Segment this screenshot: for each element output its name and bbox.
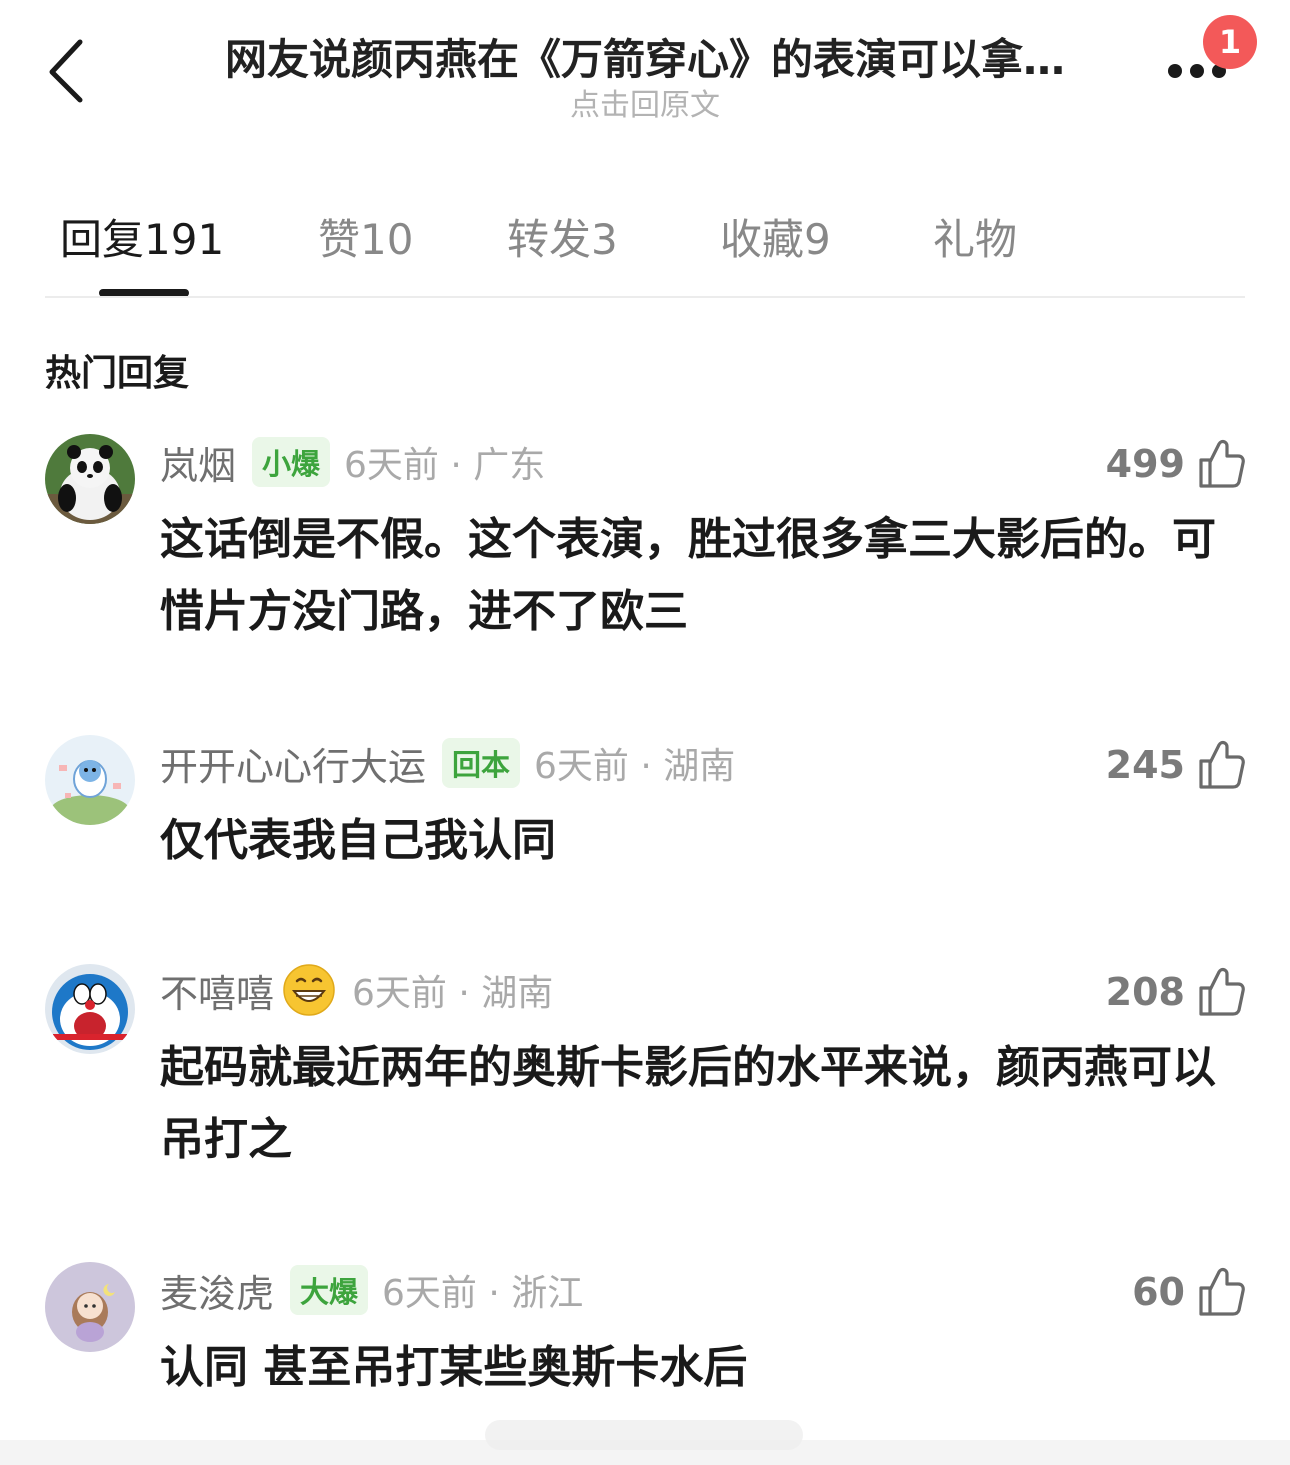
section-title: 热门回复 [45, 353, 190, 394]
back-button[interactable] [40, 36, 100, 106]
username[interactable]: 岚烟 [160, 435, 236, 490]
thumbs-up-icon [1199, 1267, 1245, 1316]
like-count: 60 [1132, 1270, 1185, 1314]
comment-item[interactable]: 不嘻嘻 6天前 · 湖南 208 起码就最近两年的奥斯卡影后的水平来说，颜丙燕可… [0, 960, 1290, 1180]
comment-item[interactable]: 岚烟 小爆 6天前 · 广东 499 这话倒是不假。这个表演，胜过很多拿三大影后… [0, 432, 1290, 662]
time-location: 6天前 · 广东 [344, 445, 546, 486]
watermark-pill [485, 1420, 803, 1450]
like-count: 499 [1105, 442, 1185, 486]
time-location: 6天前 · 浙江 [382, 1273, 584, 1314]
comment-item[interactable]: 麦浚虎 大爆 6天前 · 浙江 60 认同 甚至吊打某些奥斯卡水后 [0, 1260, 1290, 1410]
level-badge: 小爆 [252, 437, 331, 487]
anime-avatar-icon [45, 1262, 135, 1352]
like-button[interactable]: 208 [1106, 964, 1245, 1020]
divider [45, 296, 1245, 298]
tab-gifts[interactable]: 礼物 [933, 206, 1017, 267]
tab-favorites[interactable]: 收藏9 [720, 206, 831, 267]
comment-text: 这话倒是不假。这个表演，胜过很多拿三大影后的。可惜片方没门路，进不了欧三 [160, 514, 1216, 637]
cartoon-avatar-icon [45, 735, 135, 825]
avatar[interactable] [45, 735, 135, 825]
tab-reposts[interactable]: 转发3 [507, 206, 618, 267]
grinning-emoji-icon [283, 964, 335, 1016]
top-nav-bar: 网友说颜丙燕在《万箭穿心》的表演可以拿… 点击回原文 1 [0, 0, 1290, 140]
post-title[interactable]: 网友说颜丙燕在《万箭穿心》的表演可以拿… [150, 26, 1140, 87]
comment-meta: 开开心心行大运 回本 6天前 · 湖南 [160, 733, 735, 793]
comment-text: 仅代表我自己我认同 [160, 815, 556, 866]
like-count: 208 [1105, 970, 1185, 1014]
back-to-original-link[interactable]: 点击回原文 [150, 80, 1140, 124]
doraemon-avatar-icon [45, 964, 135, 1054]
thumbs-up-icon [1199, 967, 1245, 1016]
comment-meta: 不嘻嘻 6天前 · 湖南 [160, 960, 553, 1020]
notification-badge: 1 [1203, 15, 1257, 69]
chevron-left-icon [49, 39, 83, 103]
avatar[interactable] [45, 1262, 135, 1352]
tab-replies[interactable]: 回复191 [60, 206, 224, 267]
thumbs-up-icon [1199, 740, 1245, 789]
like-button[interactable]: 60 [1132, 1264, 1245, 1320]
time-location: 6天前 · 湖南 [534, 746, 736, 787]
thumbs-up-icon [1199, 439, 1245, 488]
comment-text: 起码就最近两年的奥斯卡影后的水平来说，颜丙燕可以吊打之 [160, 1042, 1216, 1165]
comment-meta: 麦浚虎 大爆 6天前 · 浙江 [160, 1260, 583, 1320]
like-button[interactable]: 499 [1106, 436, 1245, 492]
time-location: 6天前 · 湖南 [352, 973, 554, 1014]
more-dot-icon [1190, 64, 1204, 78]
like-count: 245 [1105, 743, 1185, 787]
username[interactable]: 不嘻嘻 [160, 963, 274, 1018]
like-button[interactable]: 245 [1106, 737, 1245, 793]
level-badge: 回本 [442, 738, 521, 788]
panda-avatar-icon [45, 434, 135, 524]
more-dot-icon [1168, 64, 1182, 78]
comment-text: 认同 甚至吊打某些奥斯卡水后 [160, 1342, 748, 1393]
comment-meta: 岚烟 小爆 6天前 · 广东 [160, 432, 545, 492]
tab-likes[interactable]: 赞10 [318, 206, 413, 267]
tab-bar: 回复191 赞10 转发3 收藏9 礼物 [0, 200, 1290, 300]
comment-item[interactable]: 开开心心行大运 回本 6天前 · 湖南 245 仅代表我自己我认同 [0, 733, 1290, 873]
avatar[interactable] [45, 434, 135, 524]
level-badge: 大爆 [290, 1265, 369, 1315]
username[interactable]: 麦浚虎 [160, 1263, 274, 1318]
username[interactable]: 开开心心行大运 [160, 736, 426, 791]
avatar[interactable] [45, 964, 135, 1054]
